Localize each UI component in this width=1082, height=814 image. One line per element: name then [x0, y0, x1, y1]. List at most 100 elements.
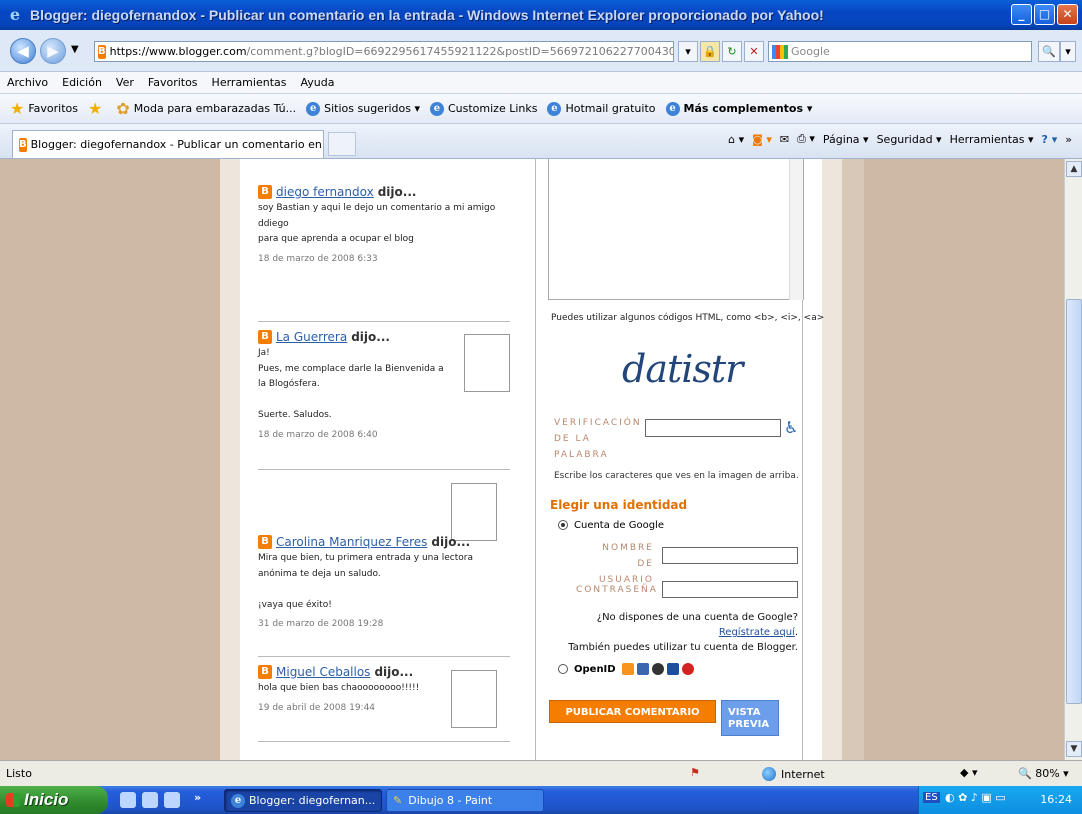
verify-input[interactable] [645, 419, 781, 437]
comment-author-link[interactable]: diego fernandox [276, 185, 374, 199]
comment-author-link[interactable]: La Guerrera [276, 330, 347, 344]
openid-radio[interactable] [558, 664, 568, 674]
scroll-down-icon[interactable]: ▼ [1066, 741, 1082, 757]
zoom-level[interactable]: 🔍 80% ▾ [1018, 767, 1069, 780]
comment-textarea[interactable] [548, 159, 804, 300]
forward-button[interactable]: ▶ [40, 38, 66, 64]
ie-quicklaunch-icon[interactable] [120, 792, 136, 808]
password-input[interactable] [662, 581, 798, 598]
scroll-thumb[interactable] [1066, 299, 1082, 704]
comment-line: para que aprenda a ocupar el blog [258, 234, 414, 244]
menu-ver[interactable]: Ver [116, 76, 134, 89]
menu-edicion[interactable]: Edición [62, 76, 102, 89]
cmd-pagina[interactable]: Página ▾ [823, 133, 869, 146]
task-paint[interactable]: ✎ Dibujo 8 - Paint [386, 789, 544, 812]
search-options-button[interactable]: ▾ [1060, 41, 1076, 62]
menu-ayuda[interactable]: Ayuda [300, 76, 334, 89]
protected-mode-icon[interactable]: ◆ ▾ [960, 766, 977, 779]
privacy-icon[interactable]: ⚑ [690, 766, 700, 779]
comment-divider [258, 656, 510, 657]
mail-icon[interactable]: ✉ [780, 133, 789, 146]
no-account-text: ¿No dispones de una cuenta de Google? [596, 612, 798, 623]
cmd-seguridad[interactable]: Seguridad ▾ [877, 133, 942, 146]
avatar[interactable] [464, 334, 510, 392]
chevron-more-icon[interactable]: » [1065, 133, 1072, 146]
start-button[interactable]: Inicio [0, 786, 108, 814]
accessibility-icon[interactable]: ♿ [784, 418, 798, 437]
avatar[interactable] [451, 670, 497, 728]
comment-said: dijo... [377, 185, 417, 199]
desktop-quicklaunch-icon[interactable] [142, 792, 158, 808]
google-radio[interactable] [558, 520, 568, 530]
blogger-favicon-icon: B [98, 44, 106, 59]
comment-date[interactable]: 31 de marzo de 2008 19:28 [258, 619, 510, 629]
help-icon[interactable]: ? ▾ [1042, 133, 1058, 146]
url-field[interactable]: B https://www.blogger.com/comment.g?blog… [94, 41, 674, 62]
comment-author-link[interactable]: Carolina Manriquez Feres [276, 535, 427, 549]
password-label: CONTRASEÑA [576, 585, 658, 595]
username-input[interactable] [662, 547, 798, 564]
openid-icon [621, 663, 634, 675]
refresh-icon[interactable]: ↻ [722, 41, 742, 62]
fav-link-label: Moda para embarazadas Tú... [133, 102, 297, 115]
task-label: Dibujo 8 - Paint [408, 794, 493, 807]
paint-icon: ✎ [393, 794, 403, 807]
home-icon[interactable]: ⌂ ▾ [728, 133, 744, 146]
history-dropdown-icon[interactable]: ▼ [71, 44, 79, 55]
tray-icons[interactable]: ◐ ✿ ♪ ▣ ▭ [945, 791, 1006, 804]
tab-bar: B Blogger: diegofernandox - Publicar un … [0, 124, 1082, 159]
comment-blank-line [258, 393, 510, 409]
page-margin-right [842, 159, 864, 760]
back-button[interactable]: ◀ [10, 38, 36, 64]
search-button[interactable]: 🔍 [1038, 41, 1060, 62]
print-icon[interactable]: ⎙ ▾ [797, 132, 815, 146]
preview-button[interactable]: VISTA PREVIA [721, 700, 779, 736]
textarea-scrollbar[interactable] [789, 159, 803, 300]
quick-launch [120, 792, 180, 808]
google-account-option[interactable]: Cuenta de Google [558, 520, 664, 531]
language-indicator[interactable]: ES [923, 792, 940, 803]
search-input[interactable]: Google [768, 41, 1032, 62]
maximize-button[interactable]: □ [1034, 4, 1055, 25]
fav-link-hotmail[interactable]: e Hotmail gratuito [547, 101, 656, 116]
menu-archivo[interactable]: Archivo [7, 76, 48, 89]
add-favorite-button[interactable]: ★ [88, 99, 106, 118]
comment-date[interactable]: 18 de marzo de 2008 6:40 [258, 430, 510, 440]
fav-link-customize[interactable]: e Customize Links [429, 101, 537, 116]
zone-label: Internet [781, 767, 825, 781]
task-blogger[interactable]: e Blogger: diegofernan... [224, 789, 382, 812]
security-zone[interactable]: Internet [762, 767, 825, 781]
comment-form: Puedes utilizar algunos códigos HTML, co… [535, 159, 824, 760]
comment-blank-line [258, 582, 510, 598]
comment-body: Mira que bien, tu primera entrada y una … [258, 551, 510, 613]
page-scrollbar[interactable]: ▲ ▼ [1064, 159, 1082, 760]
rss-icon[interactable]: ◙ ▾ [752, 133, 772, 146]
comment-date[interactable]: 18 de marzo de 2008 6:33 [258, 254, 510, 264]
quicklaunch-more-icon[interactable]: » [194, 791, 201, 804]
fav-link-complementos[interactable]: e Más complementos ▾ [665, 101, 813, 116]
stop-icon[interactable]: ✕ [744, 41, 764, 62]
openid-option[interactable]: OpenID [558, 663, 694, 675]
fav-link-moda[interactable]: ✿ Moda para embarazadas Tú... [116, 99, 296, 118]
favorites-button[interactable]: ★ Favoritos [10, 99, 78, 118]
blogger-profile-icon: B [258, 665, 272, 679]
tab-active[interactable]: B Blogger: diegofernandox - Publicar un … [12, 130, 324, 158]
publish-comment-button[interactable]: PUBLICAR COMENTARIO [549, 700, 716, 723]
fav-link-label: Más complementos ▾ [683, 102, 813, 115]
url-dropdown-button[interactable]: ▾ [678, 41, 698, 62]
comment-line: ¡vaya que éxito! [258, 599, 332, 610]
new-tab-button[interactable] [328, 132, 356, 156]
cmd-herramientas[interactable]: Herramientas ▾ [950, 133, 1034, 146]
close-button[interactable]: ✕ [1057, 4, 1078, 25]
comment-author-link[interactable]: Miguel Ceballos [276, 665, 370, 679]
comment-divider [258, 469, 510, 470]
minimize-button[interactable]: _ [1011, 4, 1032, 25]
register-link[interactable]: Regístrate aquí [719, 627, 795, 638]
menu-herramientas[interactable]: Herramientas [212, 76, 287, 89]
messenger-quicklaunch-icon[interactable] [164, 792, 180, 808]
avatar[interactable] [451, 483, 497, 541]
lock-icon[interactable]: 🔒 [700, 41, 720, 62]
scroll-up-icon[interactable]: ▲ [1066, 161, 1082, 177]
menu-favoritos[interactable]: Favoritos [148, 76, 198, 89]
fav-link-sugeridos[interactable]: e Sitios sugeridos ▾ [306, 101, 420, 116]
